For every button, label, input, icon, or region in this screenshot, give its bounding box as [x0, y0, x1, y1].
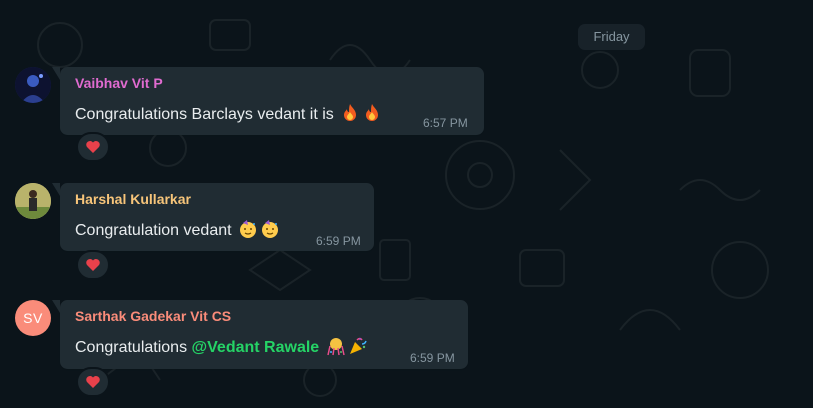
message-body: Congratulations Barclays vedant it is — [75, 106, 334, 123]
fire-icon — [366, 104, 379, 121]
red-heart-icon — [86, 259, 100, 271]
party-popper-icon — [349, 337, 367, 354]
bubble-tail — [52, 183, 60, 196]
red-heart-icon — [86, 376, 100, 388]
message-text: Congratulations @Vedant Rawale — [75, 336, 368, 357]
message-bubble[interactable]: Vaibhav Vit P Congratulations Barclays v… — [52, 67, 484, 135]
message-text: Congratulations Barclays vedant it is — [75, 103, 382, 124]
profile-photo-icon — [15, 67, 51, 103]
avatar[interactable] — [15, 67, 51, 103]
confetti-ball-icon — [326, 338, 345, 356]
bubble-tail — [52, 300, 60, 313]
avatar-initials: SV — [23, 310, 43, 326]
avatar[interactable]: SV — [15, 300, 51, 336]
profile-photo-icon — [15, 183, 51, 219]
message-time: 6:59 PM — [316, 234, 361, 248]
partying-face-icon — [262, 220, 279, 238]
red-heart-icon — [86, 141, 100, 153]
reaction-badge[interactable] — [76, 132, 110, 162]
message-bubble[interactable]: Harshal Kullarkar Congratulation vedant … — [52, 183, 374, 251]
sender-name[interactable]: Sarthak Gadekar Vit CS — [75, 308, 231, 324]
mention-link[interactable]: @Vedant Rawale — [192, 339, 320, 356]
partying-face-icon — [240, 220, 257, 238]
sender-name[interactable]: Harshal Kullarkar — [75, 191, 191, 207]
reaction-badge[interactable] — [76, 367, 110, 397]
reaction-badge[interactable] — [76, 250, 110, 280]
date-separator: Friday — [578, 24, 645, 50]
fire-icon — [344, 104, 357, 121]
bubble-tail — [52, 67, 60, 80]
message-time: 6:57 PM — [423, 116, 468, 130]
sender-name[interactable]: Vaibhav Vit P — [75, 75, 163, 91]
message-time: 6:59 PM — [410, 351, 455, 365]
message-body: Congratulation vedant — [75, 222, 232, 239]
avatar[interactable] — [15, 183, 51, 219]
message-text: Congratulation vedant — [75, 219, 280, 240]
message-body: Congratulations — [75, 339, 188, 356]
message-bubble[interactable]: Sarthak Gadekar Vit CS Congratulations @… — [52, 300, 468, 369]
